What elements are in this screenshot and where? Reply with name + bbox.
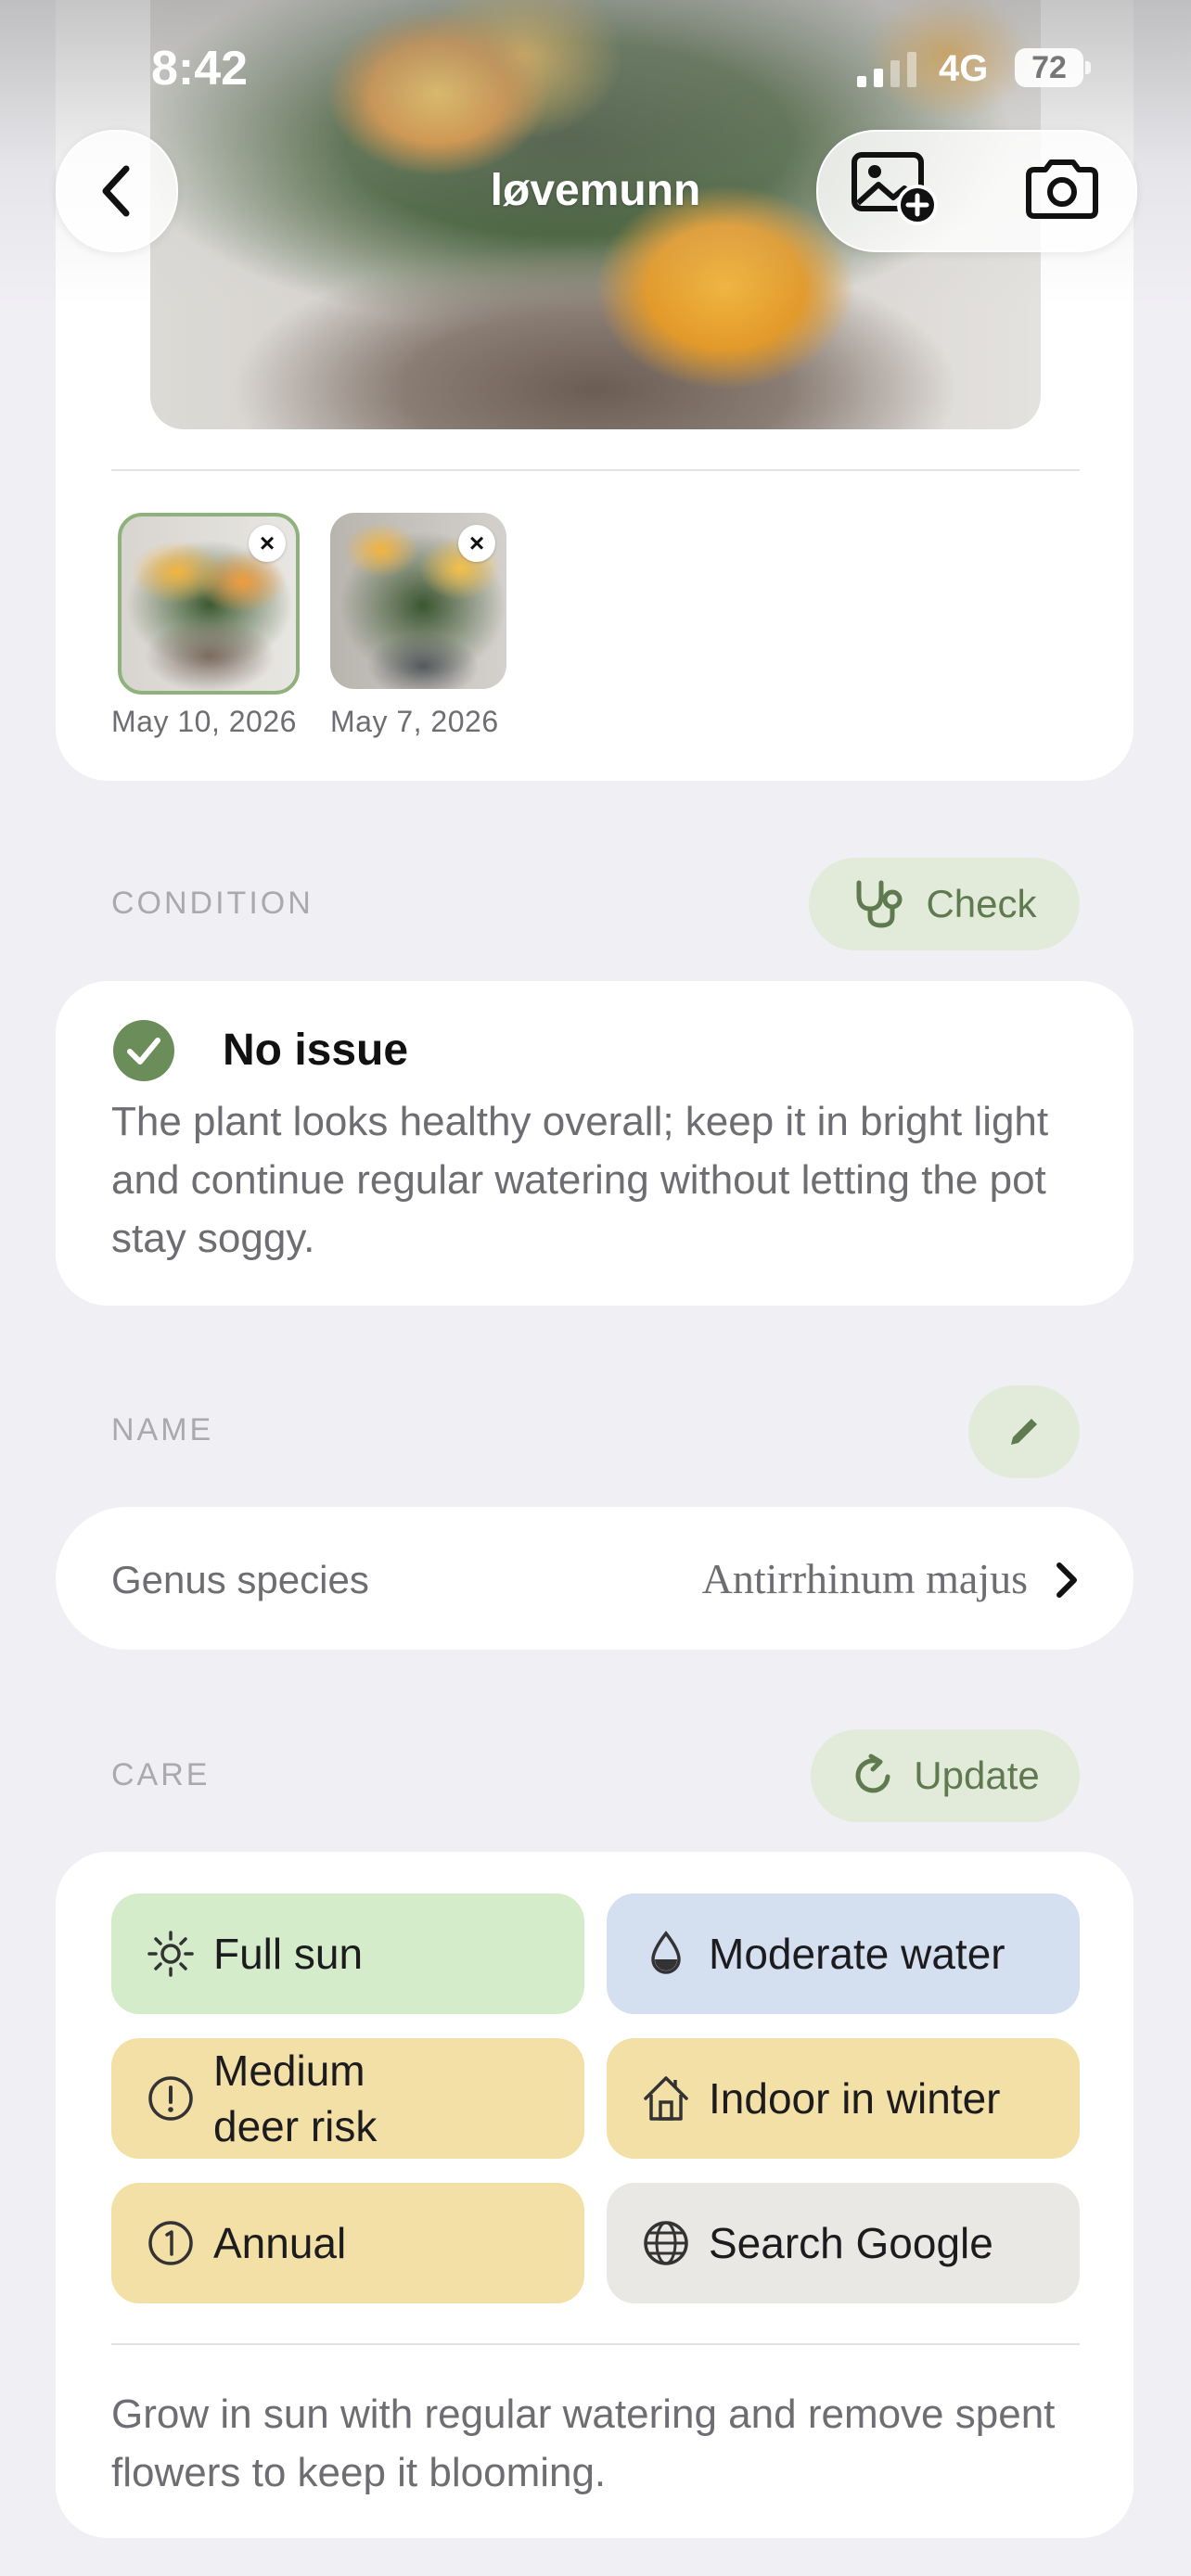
- stethoscope-icon: [856, 880, 903, 928]
- check-button[interactable]: Check: [809, 858, 1080, 950]
- species-value: Antirrhinum majus: [701, 1555, 1028, 1602]
- battery-icon: 72: [1015, 48, 1083, 87]
- remove-photo-button[interactable]: ×: [249, 525, 286, 562]
- page-title: løvemunn: [490, 166, 701, 215]
- signal-icon: [857, 52, 916, 87]
- checkmark-circle-icon: [113, 1020, 174, 1081]
- chevron-right-icon: [1057, 1562, 1077, 1598]
- condition-description: The plant looks healthy overall; keep it…: [111, 1099, 1049, 1261]
- globe-icon: [640, 2217, 692, 2269]
- status-time: 8:42: [151, 42, 249, 96]
- warning-circle-icon: [145, 2072, 197, 2124]
- photo-date: May 10, 2026: [111, 705, 297, 738]
- care-description: Grow in sun with regular watering and re…: [111, 2391, 1056, 2495]
- check-label: Check: [926, 882, 1037, 925]
- update-label: Update: [914, 1753, 1040, 1797]
- care-chip-annual[interactable]: Annual: [111, 2183, 584, 2303]
- edit-name-button[interactable]: [968, 1385, 1080, 1478]
- sun-icon: [145, 1928, 197, 1980]
- refresh-icon: [855, 1753, 890, 1793]
- care-chip-water[interactable]: Moderate water: [607, 1894, 1080, 2014]
- care-chip-label: Annual: [213, 2219, 347, 2267]
- house-icon: [640, 2072, 692, 2124]
- care-section-label: CARE: [111, 1757, 211, 1792]
- photo-add-icon: [852, 152, 938, 225]
- remove-photo-button[interactable]: ×: [458, 525, 495, 562]
- care-chip-label: Full sun: [213, 1930, 364, 1978]
- care-chip-label: Medium deer risk: [213, 2047, 378, 2150]
- name-section-label: NAME: [111, 1412, 214, 1447]
- battery-cap: [1085, 61, 1091, 74]
- care-chip-winter[interactable]: Indoor in winter: [607, 2038, 1080, 2159]
- photo-date: May 7, 2026: [330, 705, 499, 738]
- water-drop-icon: [640, 1928, 692, 1980]
- back-button[interactable]: [56, 130, 178, 252]
- chevron-left-icon: [102, 165, 130, 217]
- care-chip-label: Moderate water: [709, 1930, 1005, 1978]
- care-chip-label: Indoor in winter: [709, 2074, 1001, 2123]
- divider: [111, 2343, 1080, 2345]
- condition-status: No issue: [223, 1026, 409, 1075]
- species-label: Genus species: [111, 1558, 369, 1601]
- pencil-icon: [1011, 1419, 1037, 1445]
- care-chip-label: Search Google: [709, 2219, 993, 2267]
- network-type: 4G: [939, 48, 989, 89]
- camera-icon: [1026, 159, 1098, 219]
- add-photo-button[interactable]: [835, 141, 955, 237]
- condition-section-label: CONDITION: [111, 886, 314, 921]
- divider: [111, 469, 1080, 471]
- care-chip-deer-risk[interactable]: Medium deer risk: [111, 2038, 584, 2159]
- care-chip-sun[interactable]: Full sun: [111, 1894, 584, 2014]
- number-one-circle-icon: [145, 2217, 197, 2269]
- update-care-button[interactable]: Update: [811, 1729, 1080, 1822]
- search-google-button[interactable]: Search Google: [607, 2183, 1080, 2303]
- camera-button[interactable]: [1002, 141, 1122, 237]
